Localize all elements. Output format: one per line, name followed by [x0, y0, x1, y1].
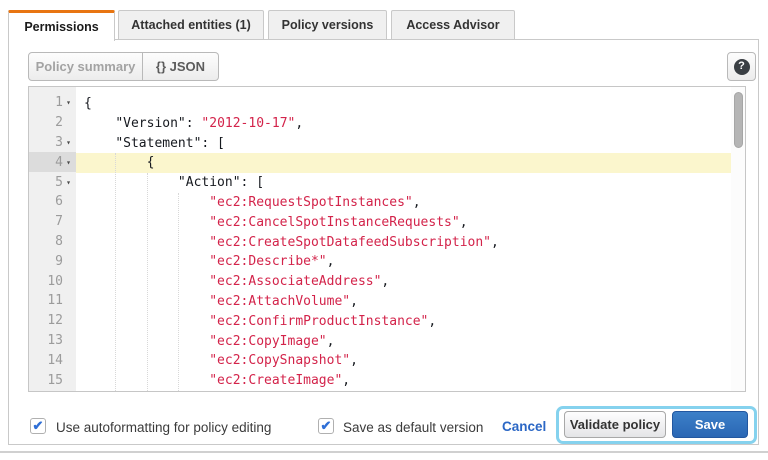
checkmark-icon: ✔: [33, 419, 44, 432]
policy-summary-button[interactable]: Policy summary: [28, 52, 143, 81]
question-mark-icon: ?: [734, 59, 750, 75]
gutter-line[interactable]: 2: [29, 113, 76, 133]
gutter-line[interactable]: 5▾: [29, 172, 76, 192]
code-line[interactable]: "ec2:ConfirmProductInstance",: [76, 312, 731, 332]
editor-scrollbar[interactable]: [731, 87, 745, 391]
policy-json-editor[interactable]: 1▾23▾4▾5▾6789101112131415 { "Version": "…: [28, 86, 746, 392]
tab-policy-versions[interactable]: Policy versions: [268, 10, 387, 40]
code-line[interactable]: "ec2:CopyImage",: [76, 332, 731, 352]
gutter-line[interactable]: 15: [29, 370, 76, 390]
bottom-divider: [0, 451, 768, 453]
gutter-line[interactable]: 13: [29, 331, 76, 351]
editor-gutter: 1▾23▾4▾5▾6789101112131415: [29, 87, 76, 391]
gutter-line[interactable]: 11: [29, 291, 76, 311]
tab-access-advisor[interactable]: Access Advisor: [391, 10, 515, 40]
save-default-label: Save as default version: [343, 420, 483, 435]
gutter-line[interactable]: 14: [29, 350, 76, 370]
gutter-line[interactable]: 3▾: [29, 133, 76, 153]
tab-permissions[interactable]: Permissions: [8, 10, 115, 41]
code-line[interactable]: "ec2:CreateSpotDatafeedSubscription",: [76, 233, 731, 253]
gutter-line[interactable]: 1▾: [29, 93, 76, 113]
gutter-line[interactable]: 6: [29, 192, 76, 212]
editor-code[interactable]: { "Version": "2012-10-17", "Statement": …: [76, 94, 731, 391]
code-line[interactable]: "Action": [: [76, 173, 731, 193]
code-line[interactable]: "ec2:CancelSpotInstanceRequests",: [76, 213, 731, 233]
code-line[interactable]: "ec2:AssociateAddress",: [76, 272, 731, 292]
help-button[interactable]: ?: [727, 52, 756, 81]
json-button[interactable]: {} JSON: [143, 52, 219, 81]
indent-guide: [115, 153, 116, 391]
code-line[interactable]: "ec2:CopySnapshot",: [76, 351, 731, 371]
fold-caret-icon[interactable]: ▾: [63, 178, 74, 187]
fold-caret-icon[interactable]: ▾: [63, 138, 74, 147]
code-line[interactable]: "Statement": [: [76, 134, 731, 154]
indent-guide: [178, 193, 179, 391]
gutter-line[interactable]: 10: [29, 271, 76, 291]
code-line[interactable]: "ec2:AttachVolume",: [76, 292, 731, 312]
gutter-line[interactable]: 9: [29, 251, 76, 271]
fold-caret-icon[interactable]: ▾: [63, 158, 74, 167]
code-line[interactable]: {: [76, 153, 731, 173]
autoformat-checkbox[interactable]: ✔: [30, 418, 46, 434]
view-toggle-group: Policy summary {} JSON: [28, 52, 219, 81]
code-line[interactable]: "Version": "2012-10-17",: [76, 114, 731, 134]
fold-caret-icon[interactable]: ▾: [63, 98, 74, 107]
save-button[interactable]: Save: [672, 411, 748, 438]
code-line[interactable]: "ec2:Describe*",: [76, 252, 731, 272]
autoformat-label: Use autoformatting for policy editing: [56, 420, 271, 435]
gutter-line[interactable]: 4▾: [29, 152, 76, 172]
gutter-line[interactable]: 8: [29, 232, 76, 252]
code-line[interactable]: "ec2:CreateImage",: [76, 371, 731, 391]
gutter-line[interactable]: 12: [29, 311, 76, 331]
save-default-checkbox[interactable]: ✔: [318, 418, 334, 434]
checkmark-icon: ✔: [321, 419, 332, 432]
tab-attached-entities[interactable]: Attached entities (1): [118, 10, 264, 40]
scrollbar-thumb[interactable]: [734, 92, 743, 148]
indent-guide: [147, 173, 148, 391]
validate-policy-button[interactable]: Validate policy: [564, 411, 666, 438]
cancel-link[interactable]: Cancel: [502, 419, 546, 434]
gutter-line[interactable]: 7: [29, 212, 76, 232]
code-line[interactable]: "ec2:RequestSpotInstances",: [76, 193, 731, 213]
iam-policy-editor-page: Permissions Attached entities (1) Policy…: [0, 0, 768, 460]
code-line[interactable]: {: [76, 94, 731, 114]
